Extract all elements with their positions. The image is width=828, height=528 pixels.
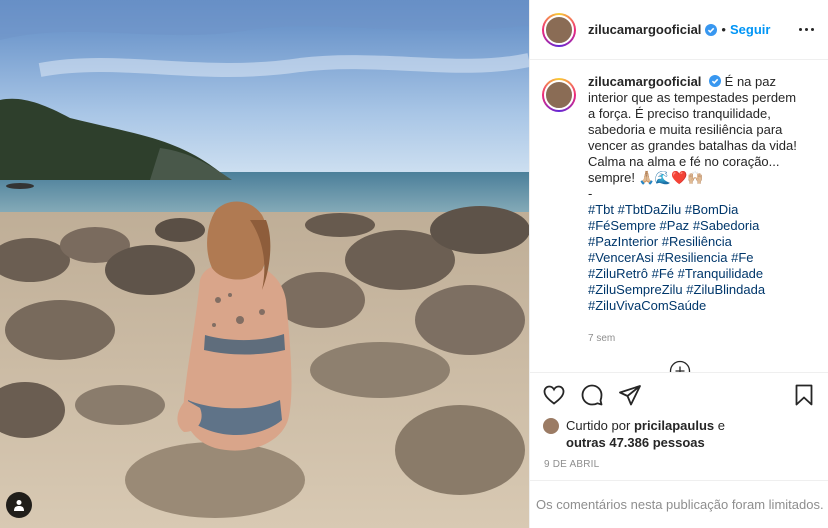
hashtag-link[interactable]: #Resiliência <box>662 234 732 249</box>
hashtag-link[interactable]: #ZiluSempreZilu <box>588 282 683 297</box>
verified-badge-icon <box>705 23 718 36</box>
bookmark-icon[interactable] <box>792 383 816 407</box>
user-tag-icon <box>14 500 24 511</box>
hashtag-link[interactable]: #Sabedoria <box>693 218 760 233</box>
caption-text: É na paz interior que as tempestades per… <box>588 74 797 201</box>
post-photo[interactable] <box>0 0 529 528</box>
likes-others[interactable]: outras 47.386 pessoas <box>566 435 705 450</box>
hashtag-list: #Tbt #TbtDaZilu #BomDia #FéSempre #Paz #… <box>588 202 800 314</box>
liked-prefix: Curtido por <box>566 418 631 433</box>
liked-by: Curtido por pricilapaulus e outras 47.38… <box>542 417 816 451</box>
hashtag-link[interactable]: #Tbt <box>588 202 614 217</box>
action-icons <box>542 375 816 415</box>
comments-area: zilucamargooficial É na paz interior que… <box>530 60 828 372</box>
post-date[interactable]: 9 DE ABRIL <box>544 459 816 470</box>
author-username[interactable]: zilucamargooficial <box>588 22 701 37</box>
caption-avatar[interactable] <box>542 78 576 112</box>
instagram-post: zilucamargooficial • Seguir zilucamargoo… <box>0 0 828 528</box>
post-sidebar: zilucamargooficial • Seguir zilucamargoo… <box>529 0 828 528</box>
plus-circle-icon[interactable] <box>669 360 691 372</box>
verified-badge-icon <box>709 75 722 87</box>
user-tag-button[interactable] <box>6 492 32 518</box>
hashtag-link[interactable]: #TbtDaZilu <box>618 202 682 217</box>
comment-icon[interactable] <box>580 383 604 407</box>
beach-photo <box>0 0 529 528</box>
author-avatar[interactable] <box>542 12 576 47</box>
comments-limited-notice: Os comentários nesta publicação foram li… <box>530 480 828 528</box>
liker-avatar[interactable] <box>542 417 560 435</box>
hashtag-link[interactable]: #BomDia <box>685 202 738 217</box>
hashtag-link[interactable]: #FéSempre <box>588 218 656 233</box>
separator-dot: • <box>721 22 726 37</box>
hashtag-link[interactable]: #ZiluBlindada <box>686 282 765 297</box>
follow-button[interactable]: Seguir <box>730 22 770 37</box>
hashtag-link[interactable]: #Resiliencia <box>657 250 727 265</box>
post-header: zilucamargooficial • Seguir <box>530 0 828 60</box>
share-icon[interactable] <box>618 383 642 407</box>
hashtag-link[interactable]: #Fé <box>652 266 674 281</box>
hashtag-link[interactable]: #VencerAsi <box>588 250 654 265</box>
hashtag-link[interactable]: #ZiluRetrô <box>588 266 648 281</box>
more-options-icon[interactable] <box>797 22 816 37</box>
liked-mid: e <box>717 418 725 433</box>
liker-username[interactable]: pricilapaulus <box>634 418 714 433</box>
caption-username[interactable]: zilucamargooficial <box>588 74 701 89</box>
hashtag-link[interactable]: #Tranquilidade <box>678 266 764 281</box>
hashtag-link[interactable]: #Fe <box>731 250 753 265</box>
hashtag-link[interactable]: #ZiluVivaComSaúde <box>588 298 706 313</box>
hashtag-link[interactable]: #Paz <box>660 218 690 233</box>
heart-icon[interactable] <box>542 383 566 407</box>
caption: zilucamargooficial É na paz interior que… <box>542 74 816 347</box>
caption-age: 7 sem <box>588 333 616 344</box>
post-actions: Curtido por pricilapaulus e outras 47.38… <box>530 372 828 470</box>
caption-body: zilucamargooficial É na paz interior que… <box>588 74 800 347</box>
hashtag-link[interactable]: #PazInterior <box>588 234 658 249</box>
